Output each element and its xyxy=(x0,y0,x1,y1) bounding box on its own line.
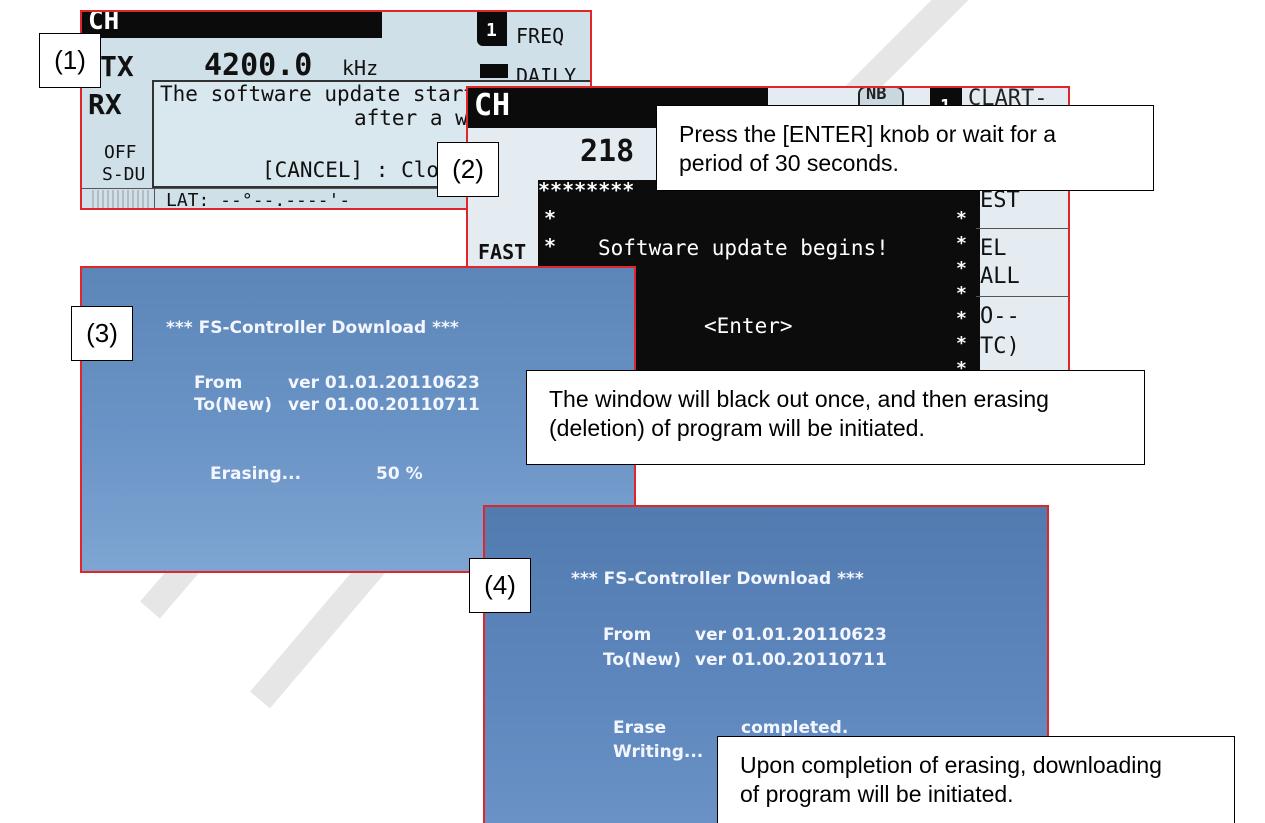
callout-3-line-1: The window will black out once, and then… xyxy=(549,386,1049,412)
erasing-label: Erasing... xyxy=(210,464,302,484)
star-left: * xyxy=(544,234,557,258)
callout-4-line-1: Upon completion of erasing, downloading xyxy=(740,752,1162,778)
tx-label: TX xyxy=(100,50,134,83)
star-column-right: * * * * * * * xyxy=(956,208,967,376)
update-message: Software update begins! xyxy=(598,236,889,260)
from-label: From xyxy=(603,625,652,645)
tx-freq-unit: kHz xyxy=(342,56,379,80)
side-key-2 xyxy=(480,64,508,78)
dialog-line-2: after a w xyxy=(354,106,468,130)
callout-3-line-2: (deletion) of program will be initiated. xyxy=(549,414,925,441)
to-version: ver 01.00.20110711 xyxy=(288,395,480,415)
side-key-number: 1 xyxy=(486,20,497,41)
status-divider-v xyxy=(154,188,155,208)
to-label: To(New) xyxy=(603,650,682,670)
freq-key-label: FREQ xyxy=(516,24,565,48)
step-label-4: (4) xyxy=(469,558,531,613)
sdu-label: S-DU xyxy=(102,164,146,185)
callout-step-3: The window will black out once, and then… xyxy=(526,370,1145,465)
callout-2-line-1: Press the [ENTER] knob or wait for a xyxy=(679,121,1057,147)
off-label: OFF xyxy=(104,142,137,163)
top-bar xyxy=(82,12,382,38)
side-divider xyxy=(976,296,1068,297)
frequency-partial: 218 xyxy=(580,134,635,169)
callout-step-2: Press the [ENTER] knob or wait for a per… xyxy=(656,105,1154,191)
callout-2-line-2: period of 30 seconds. xyxy=(679,149,899,176)
download-title: *** FS-Controller Download *** xyxy=(166,318,459,338)
enter-prompt[interactable]: <Enter> xyxy=(704,314,793,338)
side-key-est: EST xyxy=(980,188,1020,213)
status-hatch xyxy=(92,190,152,208)
star-left: * xyxy=(544,206,557,230)
to-label: To(New) xyxy=(194,395,273,415)
ch-label: CH xyxy=(474,88,511,123)
callout-step-4: Upon completion of erasing, downloading … xyxy=(717,736,1235,823)
erase-status: completed. xyxy=(741,718,849,738)
erasing-progress: 50 % xyxy=(376,464,423,484)
tx-frequency: 4200.0 xyxy=(204,48,313,83)
side-divider xyxy=(976,228,1068,229)
download-title: *** FS-Controller Download *** xyxy=(571,569,864,589)
step-label-1: (1) xyxy=(39,33,101,88)
step-label-3: (3) xyxy=(71,306,133,361)
dialog-line-1: The software update start xyxy=(160,82,477,106)
lat-readout: LAT: --°--.----'- xyxy=(166,190,351,210)
to-version: ver 01.00.20110711 xyxy=(695,650,887,670)
side-key-el: EL xyxy=(980,236,1007,261)
side-key-o: O-- xyxy=(980,304,1020,329)
writing-label: Writing... xyxy=(613,742,704,762)
from-version: ver 01.01.20110623 xyxy=(288,373,480,393)
step-label-2: (2) xyxy=(437,142,499,197)
nb-label: NB xyxy=(866,86,887,104)
side-key-tc: TC) xyxy=(980,334,1020,359)
from-version: ver 01.01.20110623 xyxy=(695,625,887,645)
side-key-all: ALL xyxy=(980,264,1020,289)
fast-label: FAST xyxy=(478,240,527,264)
callout-4-line-2: of program will be initiated. xyxy=(740,780,1014,807)
stars-row: ******** xyxy=(538,178,635,202)
from-label: From xyxy=(194,373,243,393)
erase-label: Erase xyxy=(613,718,667,738)
rx-label: RX xyxy=(88,88,122,121)
